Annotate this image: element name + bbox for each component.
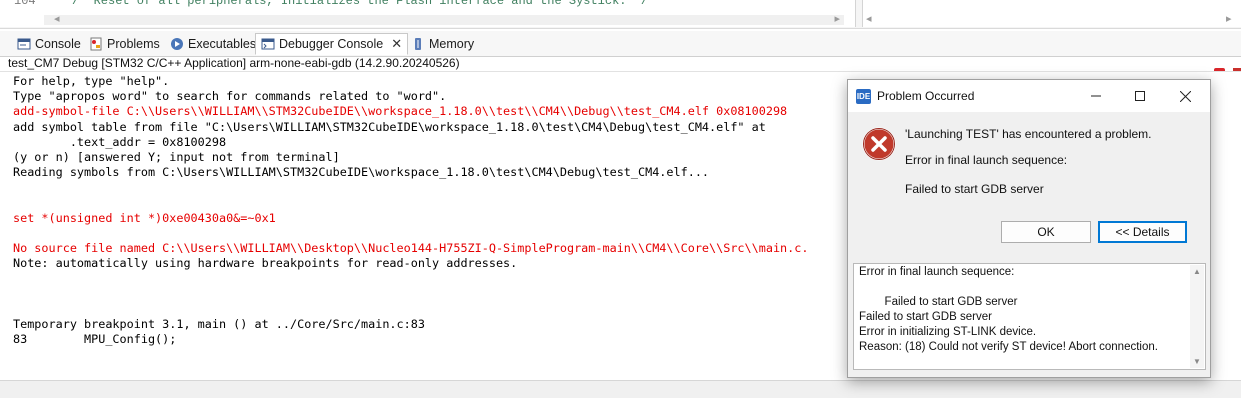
editor-pane-left[interactable]: 104 /* Reset of all peripherals, Initial… [0, 0, 856, 27]
console-line: add-symbol-file C:\\Users\\WILLIAM\\STM3… [13, 104, 788, 119]
tab-label: Console [35, 37, 81, 51]
scroll-up-icon[interactable]: ▲ [1193, 267, 1201, 276]
console-line: No source file named C:\\Users\\WILLIAM\… [13, 241, 809, 256]
problems-icon [89, 37, 103, 51]
code-comment: /* Reset of all peripherals, Initializes… [72, 0, 649, 8]
console-line: Type "apropos word" to search for comman… [13, 89, 447, 104]
tab-label: Executables [188, 37, 257, 51]
console-line: Reading symbols from C:\Users\WILLIAM\ST… [13, 165, 710, 180]
tab-debugger-console[interactable]: Debugger Console ✕ [255, 33, 409, 55]
console-line: For help, type "help". [13, 74, 170, 88]
editor-area: 104 /* Reset of all peripherals, Initial… [0, 0, 1241, 29]
tab-label: Memory [429, 37, 475, 51]
scroll-right-icon[interactable]: ▸ [834, 12, 840, 25]
console-line: set *(unsigned int *)0xe00430a0&=~0x1 [13, 210, 276, 225]
details-line: Failed to start GDB server [859, 311, 992, 323]
console-line: .text_addr = 0x8100298 [13, 134, 227, 149]
dialog-detail: Failed to start GDB server [905, 182, 1044, 196]
console-session-title: test_CM7 Debug [STM32 C/C++ Application]… [8, 56, 460, 70]
console-view-tabbar: Console Problems Executables Debugger Co… [0, 31, 1241, 79]
tab-label: Debugger Console [279, 37, 384, 51]
console-line: (y or n) [answered Y; input not from ter… [13, 150, 340, 164]
details-line: Failed to start GDB server [859, 296, 1018, 308]
scroll-left-icon[interactable]: ◂ [54, 12, 60, 25]
details-button[interactable]: << Details [1098, 221, 1187, 243]
problem-dialog: IDE Problem Occurred 'Launching TEST' ha… [847, 79, 1211, 378]
details-scrollbar[interactable]: ▲ ▼ [1190, 265, 1204, 368]
details-text-area[interactable]: Error in final launch sequence: Failed t… [853, 263, 1206, 370]
dialog-message: 'Launching TEST' has encountered a probl… [905, 127, 1152, 141]
console-line: Temporary breakpoint 3.1, main () at ../… [13, 317, 425, 332]
tab-console[interactable]: Console [12, 33, 86, 55]
dialog-reason: Error in final launch sequence: [905, 153, 1068, 167]
scroll-right-icon[interactable]: ▸ [1226, 12, 1232, 25]
console-line: 83 MPU_Config(); [13, 332, 177, 347]
tab-label: Problems [107, 37, 160, 51]
minimize-button[interactable] [1076, 84, 1116, 108]
details-line: Error in initializing ST-LINK device. [859, 326, 1037, 338]
dialog-title: Problem Occurred [877, 89, 975, 103]
close-button[interactable] [1165, 84, 1205, 108]
console-icon [17, 37, 31, 51]
details-line: Error in final launch sequence: [859, 266, 1015, 278]
editor-pane-right[interactable] [862, 0, 1241, 27]
error-icon [862, 127, 896, 161]
dialog-title-bar[interactable]: IDE Problem Occurred [848, 80, 1210, 112]
console-line: Note: automatically using hardware break… [13, 256, 518, 271]
scroll-down-icon[interactable]: ▼ [1193, 357, 1201, 366]
memory-icon [411, 37, 425, 51]
debugger-console-icon [261, 37, 275, 51]
console-line: add symbol table from file "C:\Users\WIL… [13, 119, 766, 134]
executables-icon [170, 37, 184, 51]
tab-executables[interactable]: Executables [165, 33, 261, 55]
ide-logo-icon: IDE [856, 89, 871, 104]
tab-memory[interactable]: Memory [406, 33, 479, 55]
details-line: Reason: (18) Could not verify ST device!… [859, 341, 1158, 353]
tab-problems[interactable]: Problems [84, 33, 165, 55]
line-number: 104 [14, 0, 36, 8]
maximize-button[interactable] [1120, 84, 1160, 108]
scroll-left-icon[interactable]: ◂ [866, 12, 872, 25]
status-bar [0, 380, 1241, 398]
ok-button[interactable]: OK [1001, 221, 1091, 243]
close-icon[interactable]: ✕ [391, 36, 402, 52]
editor-horizontal-scrollbar[interactable]: ◂ ▸ [44, 12, 844, 25]
